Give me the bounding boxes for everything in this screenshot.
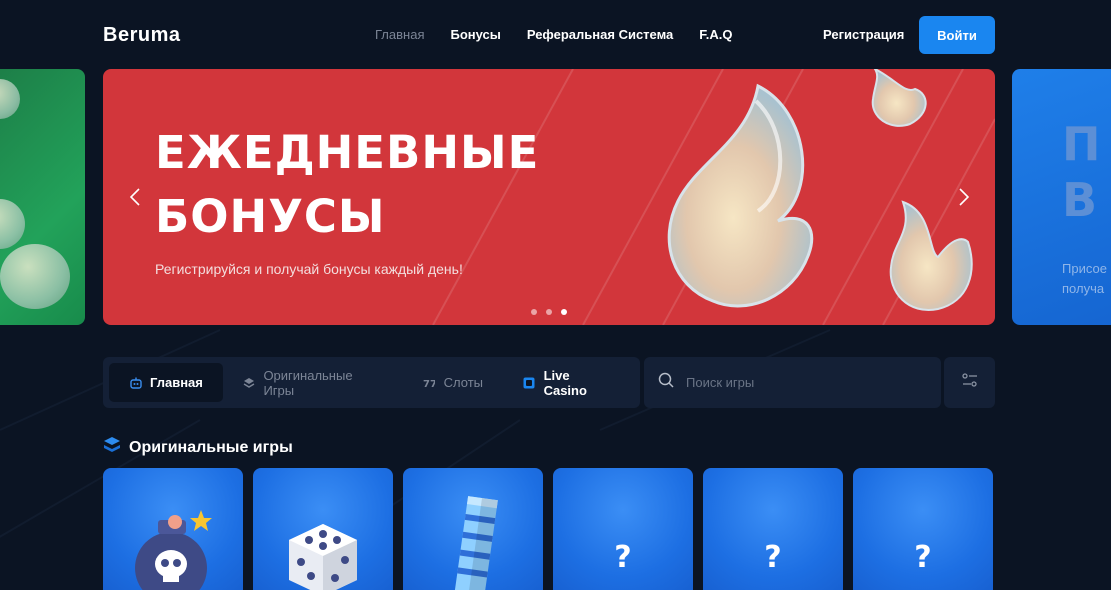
game-card-tower[interactable] [403,468,543,590]
game-card-dice[interactable] [253,468,393,590]
question-mark: ? [914,540,932,575]
live-icon [523,376,536,389]
hero-title-line-1: ЕЖЕДНЕВНЫЕ [155,126,540,179]
game-card-mines[interactable] [103,468,243,590]
chevron-left-icon[interactable] [125,185,145,209]
tab-original-games[interactable]: Оригинальные Игры [223,363,403,402]
flame-icon [667,83,814,308]
hero-title: ЕЖЕДНЕВНЫЕ БОНУСЫ [155,121,539,249]
small-flame-icon-2 [871,69,927,127]
question-mark: ? [764,540,782,575]
slider-dot-1[interactable] [531,309,537,315]
search-field[interactable] [644,357,941,408]
main-nav: Главная Бонусы Реферальная Система F.A.Q [375,27,733,42]
nav-referral[interactable]: Реферальная Система [527,27,673,42]
game-card-unknown[interactable]: ? [703,468,843,590]
prev-slide-preview[interactable] [0,69,85,325]
section-title: Оригинальные игры [129,438,293,456]
tab-home-label: Главная [150,375,203,390]
register-link[interactable]: Регистрация [823,27,904,42]
next-slide-title-1: П [1062,117,1101,171]
category-tabs: Главная Оригинальные Игры 77 Слоты Live … [103,357,640,408]
tab-original-games-label: Оригинальные Игры [263,367,353,398]
tab-live-casino[interactable]: Live Casino [503,363,634,402]
tower-icon [451,496,498,590]
dice-icon [289,524,357,590]
filter-icon [961,373,978,392]
search-icon [658,372,674,393]
slider-dot-3[interactable] [561,309,567,315]
slider-dot-2[interactable] [546,309,552,315]
hero-subtitle: Регистрируйся и получай бонусы каждый де… [155,261,463,277]
slider-dots [531,309,567,315]
game-card-unknown[interactable]: ? [553,468,693,590]
games-grid: ? ? ? [103,468,993,590]
next-slide-title-2: В [1062,173,1098,227]
search-input[interactable] [686,375,906,390]
nav-bonuses[interactable]: Бонусы [450,27,500,42]
filter-button[interactable] [944,357,995,408]
nav-faq[interactable]: F.A.Q [699,27,732,42]
tab-slots-label: Слоты [443,375,484,390]
tab-home[interactable]: Главная [109,363,223,402]
stack-icon [103,436,121,459]
next-slide-text-1: Присое [1062,261,1107,276]
small-flame-icon [889,200,973,311]
hero-banner[interactable]: ЕЖЕДНЕВНЫЕ БОНУСЫ Регистрируйся и получа… [103,69,995,325]
tab-slots[interactable]: 77 Слоты [403,363,503,402]
tab-live-casino-label: Live Casino [543,367,587,398]
login-button[interactable]: Войти [919,16,995,54]
logo[interactable]: Beruma [103,24,180,47]
section-header: Оригинальные игры [103,436,293,459]
home-icon [129,376,142,389]
slots-icon: 77 [423,376,436,389]
chevron-right-icon[interactable] [954,185,974,209]
svg-text:77: 77 [423,379,435,389]
next-slide-preview[interactable]: П В Присое получа [1012,69,1111,325]
bomb-icon [135,510,212,590]
stack-icon [243,376,256,389]
nav-home[interactable]: Главная [375,27,424,42]
next-slide-text-2: получа [1062,281,1105,296]
top-header: Beruma Главная Бонусы Реферальная Систем… [0,0,1111,70]
game-card-unknown[interactable]: ? [853,468,993,590]
hero-title-line-2: БОНУСЫ [155,190,386,243]
question-mark: ? [614,540,632,575]
